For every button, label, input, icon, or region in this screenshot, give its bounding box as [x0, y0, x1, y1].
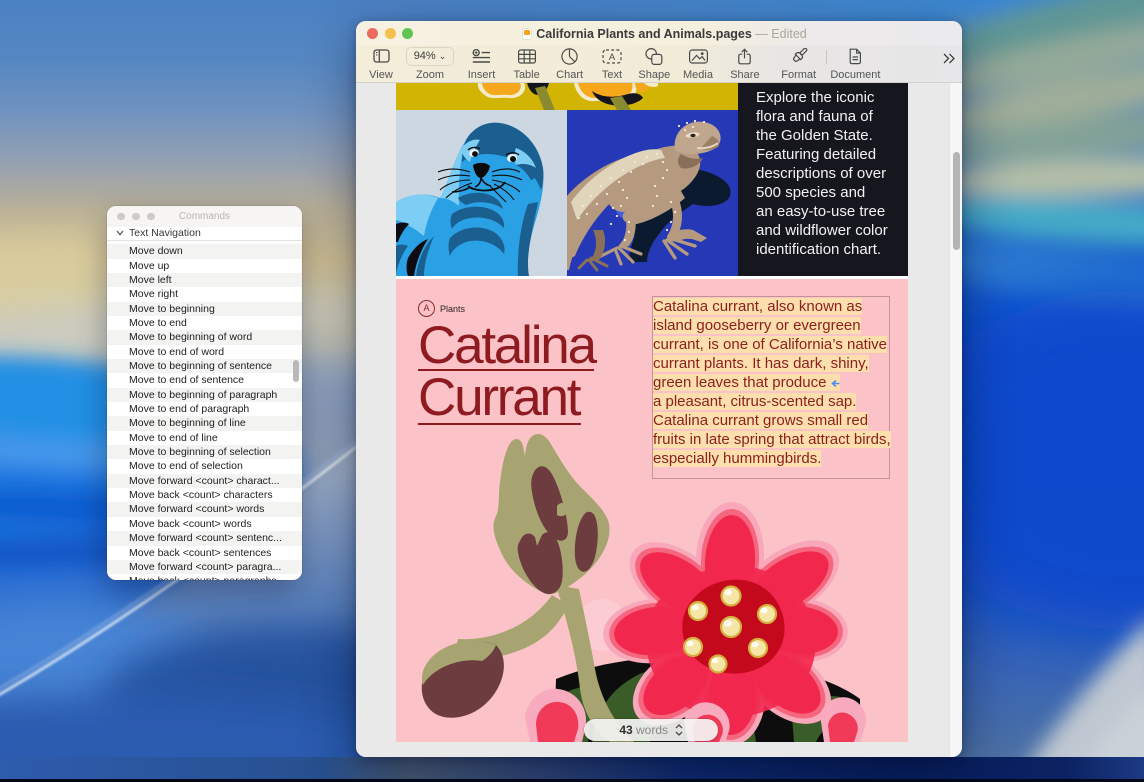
- svg-text:A: A: [609, 52, 616, 63]
